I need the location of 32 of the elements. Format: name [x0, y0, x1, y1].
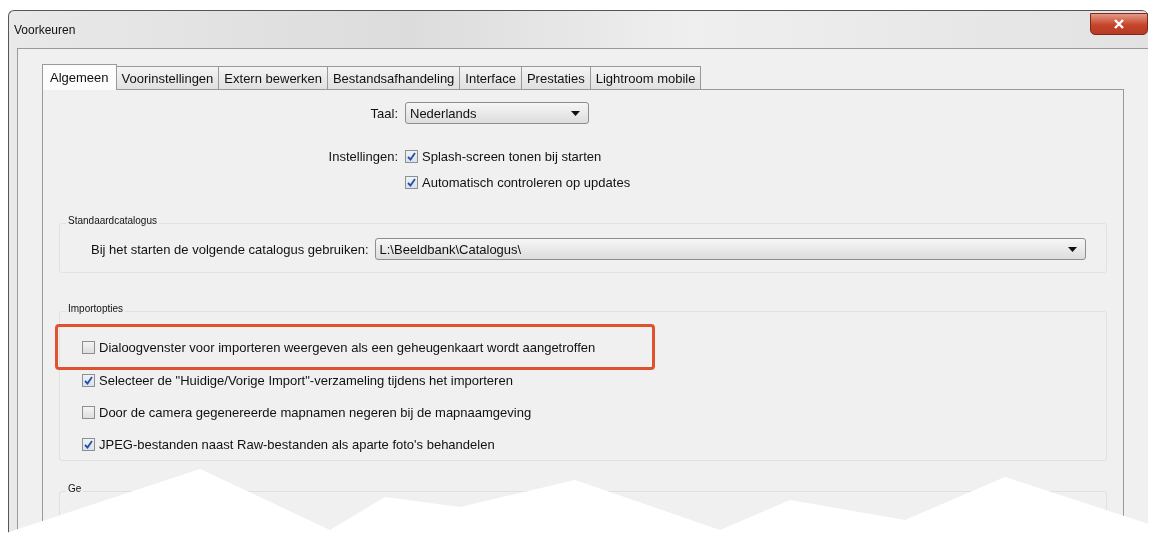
tab[interactable]: Extern bewerken	[218, 66, 328, 89]
checkbox[interactable]	[405, 150, 418, 163]
dropdown-arrow-icon	[1068, 246, 1077, 252]
checkbox-option[interactable]: Door de camera gegenereerde mapnamen negeren bij de mapnaamgeving	[82, 404, 532, 420]
language-dropdown[interactable]: Nederlands	[405, 102, 589, 124]
checkbox-option[interactable]: Automatisch controleren op updates	[405, 175, 631, 190]
checkbox-option[interactable]: Dialoogvenster voor importeren weergeven als een geheugenkaart wordt aangetroffen	[82, 339, 596, 355]
close-button[interactable]	[1090, 12, 1148, 35]
tab[interactable]: Interface	[459, 66, 522, 89]
checkbox[interactable]	[405, 176, 418, 189]
language-label: Taal:	[369, 105, 399, 121]
catalog-dropdown[interactable]: L:\Beeldbank\Catalogus\	[374, 238, 1086, 260]
checkbox[interactable]	[82, 340, 95, 354]
checkbox[interactable]	[82, 437, 95, 451]
tab[interactable]: Prestaties	[520, 66, 591, 89]
group-title: Ge	[66, 483, 84, 494]
checkbox-option[interactable]: JPEG-bestanden naast Raw-bestanden als aparte foto's behandelen	[82, 436, 495, 452]
settings-label: Instellingen:	[328, 149, 398, 164]
tab[interactable]: Algemeen	[42, 64, 117, 90]
group-title: Standaardcatalogus	[66, 215, 159, 226]
tab[interactable]: Lightroom mobile	[589, 66, 702, 89]
tab[interactable]: Voorinstellingen	[115, 66, 220, 89]
checkbox-option[interactable]: Splash-screen tonen bij starten	[405, 149, 602, 164]
checkbox[interactable]	[82, 405, 95, 419]
close-icon	[1113, 18, 1125, 29]
dropdown-arrow-icon	[571, 110, 580, 116]
catalog-label: Bij het starten de volgende catalogus gebruiken:	[91, 241, 369, 257]
window-title: Voorkeuren	[14, 22, 76, 37]
checkbox-option[interactable]: Selecteer de "Huidige/Vorige Import"-verzameling tijdens het importeren	[82, 372, 513, 388]
checkbox[interactable]	[82, 373, 95, 387]
tab[interactable]: Bestandsafhandeling	[326, 66, 461, 89]
group-title: Importopties	[66, 303, 126, 314]
